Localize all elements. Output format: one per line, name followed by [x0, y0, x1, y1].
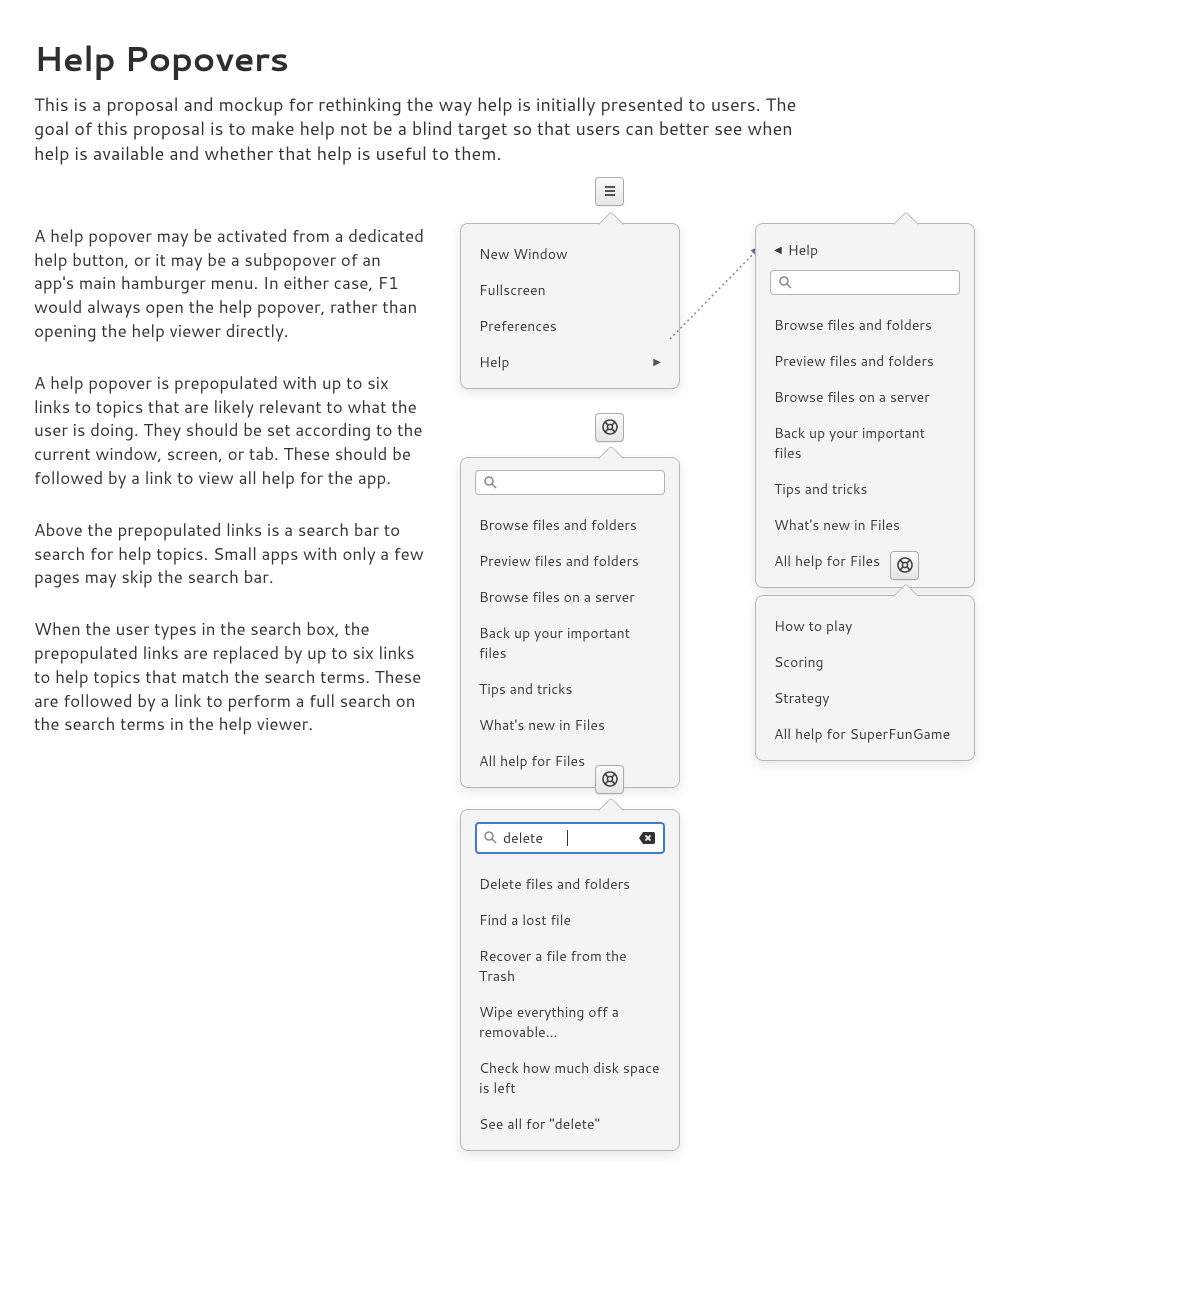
help-topic-link[interactable]: Scoring — [770, 644, 960, 680]
menu-item-preferences[interactable]: Preferences — [475, 308, 665, 344]
help-topic-label: Scoring — [774, 652, 824, 672]
help-topic-label: Tips and tricks — [479, 679, 572, 699]
paragraph-3: Above the prepopulated links is a search… — [34, 519, 424, 590]
intro-text: This is a proposal and mockup for rethin… — [34, 92, 824, 165]
search-icon — [779, 276, 792, 289]
menu-item-new-window[interactable]: New Window — [475, 236, 665, 272]
help-topic-label: Back up your important files — [479, 623, 661, 663]
help-button[interactable] — [595, 765, 624, 794]
lifebuoy-icon — [602, 419, 618, 435]
search-result-link[interactable]: Recover a file from the Trash — [475, 938, 665, 994]
help-search-input[interactable] — [770, 270, 960, 295]
see-all-results-link[interactable]: See all for "delete" — [475, 1106, 665, 1142]
help-topic-link[interactable]: What's new in Files — [770, 507, 960, 543]
help-topic-link[interactable]: Strategy — [770, 680, 960, 716]
help-topic-link[interactable]: Browse files and folders — [770, 307, 960, 343]
help-topic-link[interactable]: Back up your important files — [475, 615, 665, 671]
help-topic-label: All help for SuperFunGame — [774, 724, 950, 744]
chevron-left-icon: ◀ — [774, 243, 782, 257]
help-topic-label: What's new in Files — [479, 715, 605, 735]
description-column: A help popover may be activated from a d… — [34, 225, 424, 765]
help-topic-link[interactable]: Preview files and folders — [770, 343, 960, 379]
help-topic-link[interactable]: Browse files on a server — [770, 379, 960, 415]
clear-search-button[interactable] — [638, 830, 656, 846]
text-caret — [567, 830, 568, 846]
help-topic-label: All help for Files — [479, 751, 585, 771]
help-button[interactable] — [595, 413, 624, 442]
search-result-label: Find a lost file — [479, 910, 571, 930]
search-result-link[interactable]: Check how much disk space is left — [475, 1050, 665, 1106]
help-search-input[interactable] — [475, 470, 665, 495]
help-topic-link[interactable]: Tips and tricks — [475, 671, 665, 707]
all-help-link[interactable]: All help for Files — [770, 543, 960, 579]
help-topic-label: Preview files and folders — [774, 351, 934, 371]
help-topic-label: Browse files and folders — [774, 315, 932, 335]
menu-item-label: Preferences — [479, 316, 557, 336]
page-title: Help Popovers — [34, 34, 1166, 82]
search-result-link[interactable]: Delete files and folders — [475, 866, 665, 902]
hamburger-icon — [603, 185, 617, 197]
help-popover-files: Browse files and folders Preview files a… — [460, 457, 680, 788]
hamburger-menu-button[interactable] — [595, 177, 624, 206]
hamburger-menu-popover: New Window Fullscreen Preferences Help ▶ — [460, 223, 680, 389]
search-result-label: Delete files and folders — [479, 874, 630, 894]
menu-item-label: Help — [479, 352, 509, 372]
help-button[interactable] — [890, 551, 919, 580]
menu-item-label: New Window — [479, 244, 568, 264]
search-result-label: See all for "delete" — [479, 1114, 600, 1134]
menu-item-label: Fullscreen — [479, 280, 546, 300]
lifebuoy-icon — [602, 771, 618, 787]
help-topic-link[interactable]: What's new in Files — [475, 707, 665, 743]
help-popover-game: How to play Scoring Strategy All help fo… — [755, 595, 975, 761]
help-topic-label: How to play — [774, 616, 852, 636]
help-topic-link[interactable]: Browse files on a server — [475, 579, 665, 615]
search-result-label: Recover a file from the Trash — [479, 946, 661, 986]
help-topic-link[interactable]: How to play — [770, 608, 960, 644]
help-topic-link[interactable]: Tips and tricks — [770, 471, 960, 507]
search-query-text: delete — [503, 828, 561, 848]
menu-item-fullscreen[interactable]: Fullscreen — [475, 272, 665, 308]
sub-popover-back-label: Help — [788, 240, 818, 260]
sub-popover-back[interactable]: ◀ Help — [770, 236, 960, 270]
help-topic-label: Back up your important files — [774, 423, 956, 463]
search-result-link[interactable]: Wipe everything off a removable… — [475, 994, 665, 1050]
paragraph-4: When the user types in the search box, t… — [34, 618, 424, 737]
help-topic-label: Strategy — [774, 688, 830, 708]
paragraph-1: A help popover may be activated from a d… — [34, 225, 424, 344]
lifebuoy-icon — [897, 557, 913, 573]
help-topic-label: Preview files and folders — [479, 551, 639, 571]
search-result-label: Check how much disk space is left — [479, 1058, 661, 1098]
chevron-right-icon: ▶ — [653, 355, 661, 369]
help-popover-search: delete Delete files and folders Find — [460, 809, 680, 1151]
help-sub-popover: ◀ Help Browse files and folders Preview … — [755, 223, 975, 588]
help-topic-link[interactable]: Back up your important files — [770, 415, 960, 471]
help-search-input[interactable]: delete — [475, 822, 665, 854]
all-help-link[interactable]: All help for Files — [475, 743, 665, 779]
all-help-link[interactable]: All help for SuperFunGame — [770, 716, 960, 752]
help-topic-label: Tips and tricks — [774, 479, 867, 499]
search-icon — [484, 476, 497, 489]
help-topic-label: What's new in Files — [774, 515, 900, 535]
help-topic-label: All help for Files — [774, 551, 880, 571]
search-icon — [484, 831, 497, 844]
paragraph-2: A help popover is prepopulated with up t… — [34, 372, 424, 491]
mockups-area: New Window Fullscreen Preferences Help ▶ — [450, 225, 1166, 1125]
help-topic-link[interactable]: Preview files and folders — [475, 543, 665, 579]
help-topic-label: Browse files on a server — [774, 387, 930, 407]
help-topic-label: Browse files on a server — [479, 587, 635, 607]
help-topic-label: Browse files and folders — [479, 515, 637, 535]
search-result-link[interactable]: Find a lost file — [475, 902, 665, 938]
search-result-label: Wipe everything off a removable… — [479, 1002, 661, 1042]
clear-icon — [639, 831, 655, 845]
menu-item-help[interactable]: Help ▶ — [475, 344, 665, 380]
help-topic-link[interactable]: Browse files and folders — [475, 507, 665, 543]
